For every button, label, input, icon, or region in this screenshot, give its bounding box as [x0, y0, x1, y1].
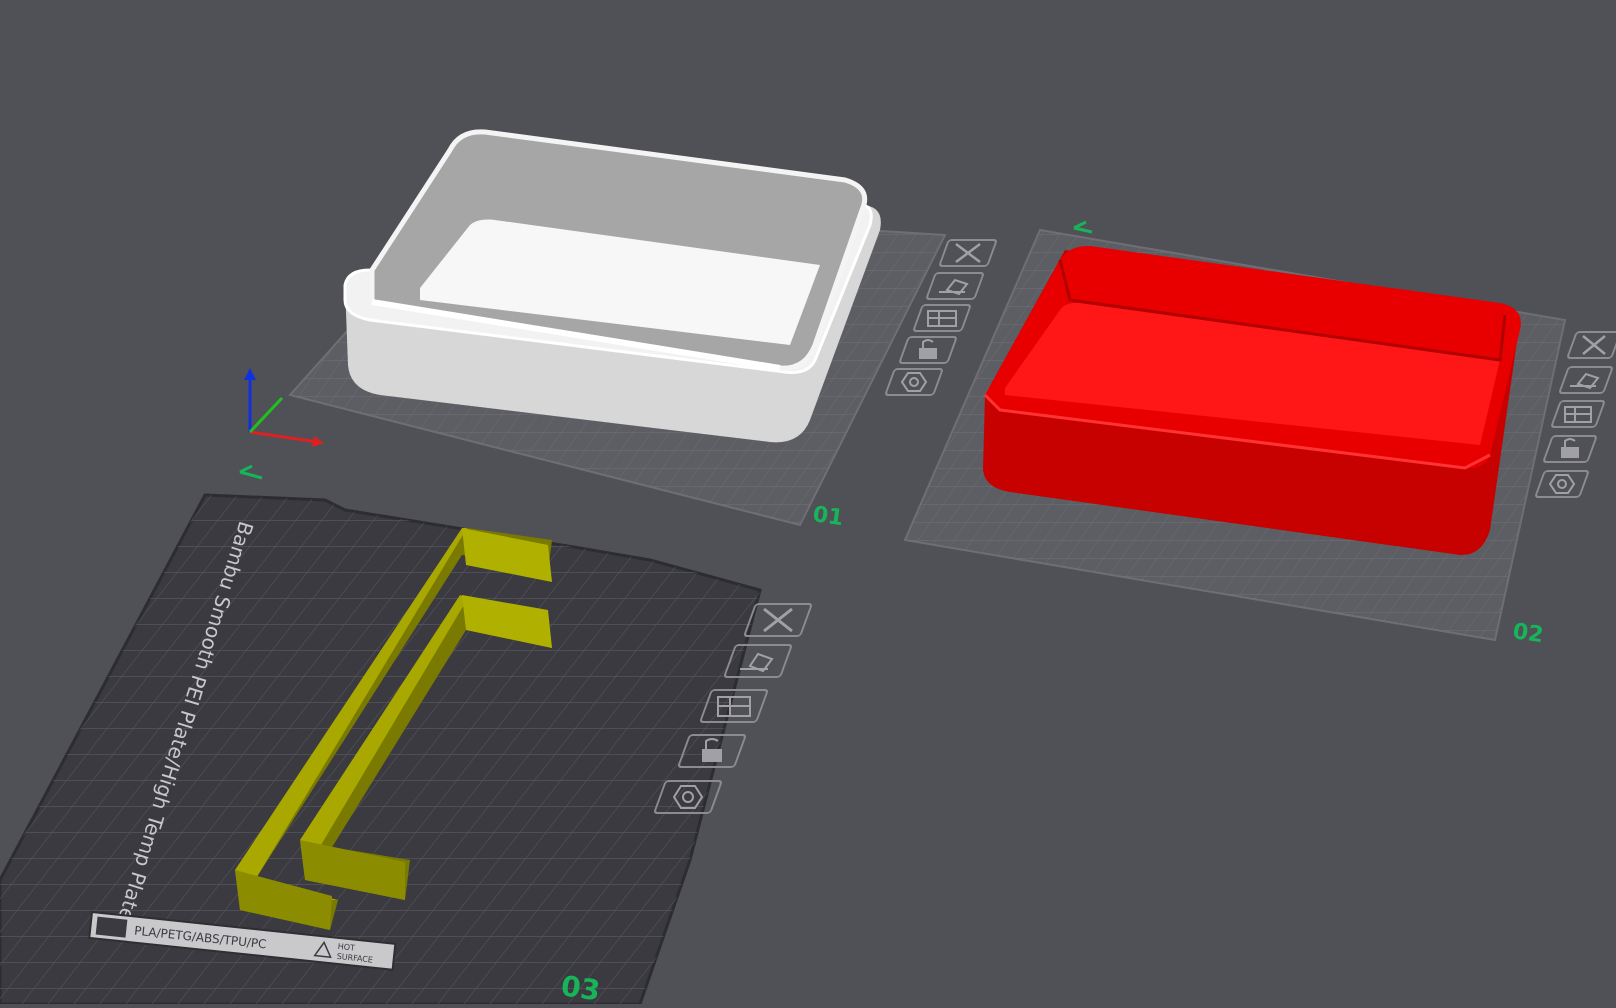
3d-viewport[interactable]: 01 02 Bambu Smooth PEI Plate/High Temp P…	[0, 0, 1616, 1007]
auto-orient-icon[interactable]	[1559, 366, 1613, 394]
close-icon[interactable]	[744, 603, 812, 637]
arrange-icon[interactable]	[1551, 400, 1605, 428]
settings-icon[interactable]	[885, 368, 943, 396]
plate-03[interactable]: Bambu Smooth PEI Plate/High Temp Plate P…	[0, 464, 812, 1007]
arrange-icon[interactable]	[913, 304, 971, 332]
plate-02-marker	[1073, 220, 1093, 234]
plate-03-label: 03	[559, 969, 602, 1004]
plate-02-label: 02	[1511, 619, 1545, 648]
lock-icon[interactable]	[1543, 435, 1597, 463]
object-white-box[interactable]	[343, 129, 881, 443]
plate-02[interactable]: 02	[903, 220, 1616, 648]
plate-03-marker	[239, 464, 263, 480]
plate-01[interactable]: 01	[244, 129, 997, 531]
close-icon[interactable]	[939, 239, 997, 267]
lock-icon[interactable]	[899, 336, 957, 364]
plate-03-footer-warning-1: HOT	[337, 942, 355, 953]
settings-icon[interactable]	[1535, 470, 1589, 498]
auto-orient-icon[interactable]	[926, 272, 984, 300]
plate-01-label: 01	[811, 502, 845, 531]
close-icon[interactable]	[1567, 331, 1616, 359]
